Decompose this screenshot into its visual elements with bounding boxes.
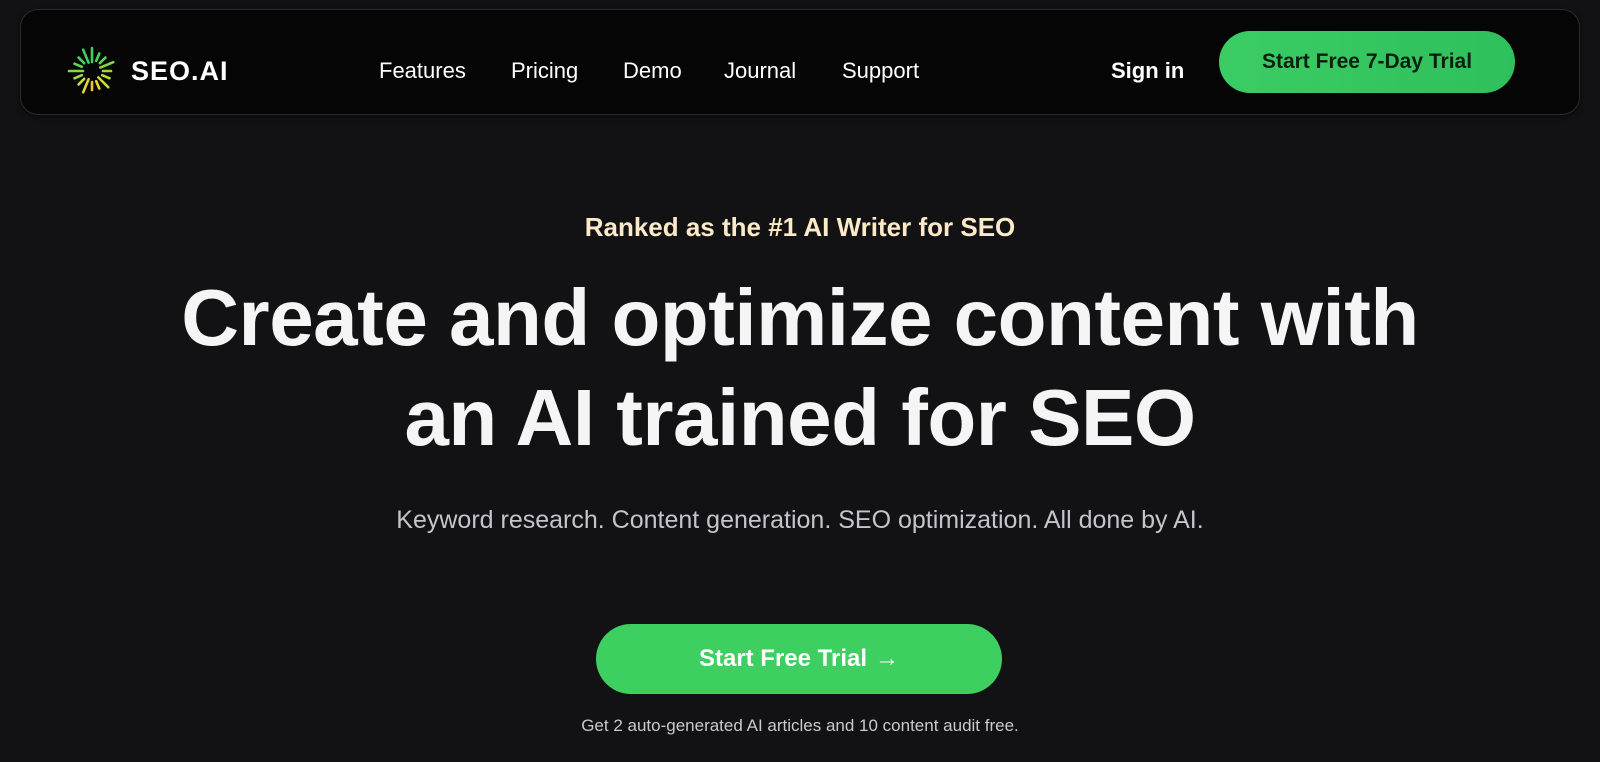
sunburst-ray (73, 73, 84, 80)
sunburst-ray (99, 60, 115, 69)
sunburst-ray (94, 52, 101, 63)
headline-line-2: an AI trained for SEO (404, 373, 1196, 462)
sunburst-ray (81, 48, 90, 64)
nav-link-demo[interactable]: Demo (623, 58, 682, 84)
brand-name: SEO.AI (131, 55, 229, 86)
nav-link-pricing[interactable]: Pricing (511, 58, 578, 84)
sunburst-ray (77, 77, 86, 86)
sunburst-icon (67, 46, 115, 94)
sunburst-ray (73, 62, 84, 69)
sunburst-ray (94, 79, 101, 90)
sign-in-link[interactable]: Sign in (1111, 58, 1184, 84)
start-7-day-trial-button[interactable]: Start Free 7-Day Trial (1219, 31, 1515, 93)
sunburst-ray (97, 76, 110, 89)
sunburst-ray (100, 73, 111, 80)
cta-label: Start Free Trial (698, 645, 868, 672)
sunburst-ray (77, 56, 86, 65)
nav-link-support[interactable]: Support (842, 58, 919, 84)
headline-line-1: Create and optimize content with (181, 273, 1419, 362)
hero-subheadline: Keyword research. Content generation. SE… (396, 506, 1204, 534)
hero-headline: Create and optimize content with an AI t… (0, 268, 1600, 468)
nav-link-features[interactable]: Features (379, 58, 466, 84)
sunburst-ray (81, 78, 90, 94)
trial-footnote: Get 2 auto-generated AI articles and 10 … (581, 716, 1019, 735)
nav-link-journal[interactable]: Journal (724, 58, 796, 84)
top-navbar: SEO.AI Features Pricing Demo Journal Sup… (20, 9, 1580, 115)
sunburst-ray (98, 56, 107, 65)
brand-logo[interactable]: SEO.AI (67, 46, 229, 96)
ranking-tagline: Ranked as the #1 AI Writer for SEO (584, 212, 1016, 242)
arrow-right-icon: → (875, 645, 900, 672)
start-free-trial-button[interactable]: Start Free Trial → (596, 624, 1002, 694)
